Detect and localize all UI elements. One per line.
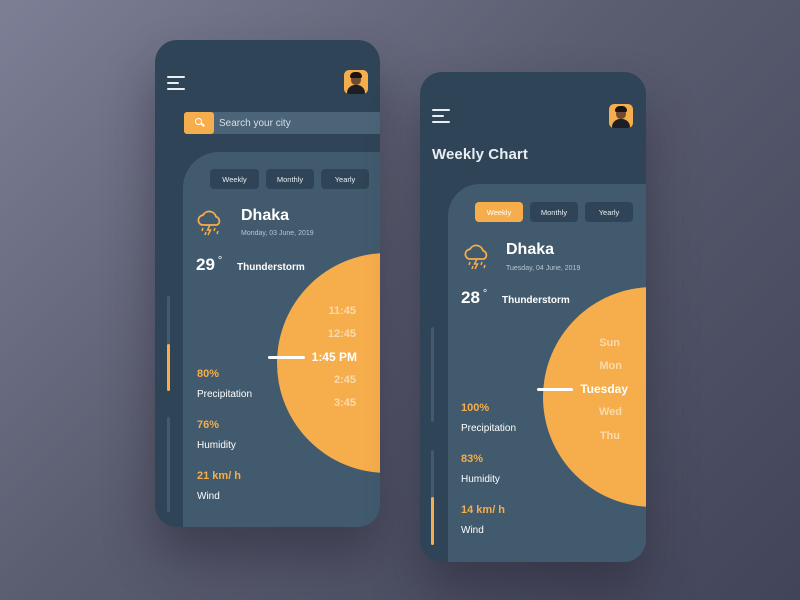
search-bar xyxy=(184,112,380,134)
search-input[interactable] xyxy=(219,112,379,134)
humidity-label: Humidity xyxy=(197,440,236,451)
cloud-rain-lightning-icon xyxy=(464,244,488,270)
tab-monthly[interactable]: Monthly xyxy=(266,169,314,189)
picker-item[interactable]: Sun xyxy=(540,337,620,349)
cloud-rain-lightning-icon xyxy=(197,210,221,236)
tab-weekly[interactable]: Weekly xyxy=(210,169,259,189)
temperature: 29 ° xyxy=(196,255,223,274)
avatar[interactable] xyxy=(344,70,368,94)
picker-item[interactable]: 3:45 xyxy=(276,397,356,409)
precipitation-label: Precipitation xyxy=(461,423,517,434)
hamburger-menu-icon[interactable] xyxy=(167,76,185,90)
wind-label: Wind xyxy=(197,491,220,502)
tab-weekly[interactable]: Weekly xyxy=(475,202,523,222)
tab-monthly[interactable]: Monthly xyxy=(530,202,578,222)
picker-item[interactable]: Mon xyxy=(542,360,622,372)
city-name: Dhaka xyxy=(241,207,290,224)
phone-screen-weekly-chart: Weekly Chart Weekly Monthly Yearly Dhaka… xyxy=(420,72,646,562)
temperature: 28 ° xyxy=(461,288,488,307)
search-button[interactable] xyxy=(184,112,214,134)
tab-yearly[interactable]: Yearly xyxy=(321,169,369,189)
scroll-thumb[interactable] xyxy=(431,497,434,545)
date-label: Monday, 03 June, 2019 xyxy=(241,230,314,237)
weather-card: Weekly Monthly Yearly Dhaka Monday, 03 J… xyxy=(183,152,380,527)
humidity-label: Humidity xyxy=(461,474,500,485)
period-tabs: Weekly Monthly Yearly xyxy=(475,202,633,222)
day-picker-dial[interactable] xyxy=(543,287,646,507)
condition-label: Thunderstorm xyxy=(502,295,570,306)
period-tabs: Weekly Monthly Yearly xyxy=(210,169,369,189)
phone-screen-today: Weekly Monthly Yearly Dhaka Monday, 03 J… xyxy=(155,40,380,527)
wind-label: Wind xyxy=(461,525,484,536)
humidity-value: 83% xyxy=(461,453,484,465)
picker-item[interactable]: 12:45 xyxy=(276,328,356,340)
picker-item[interactable]: 2:45 xyxy=(276,374,356,386)
humidity-value: 76% xyxy=(197,419,220,431)
tab-yearly[interactable]: Yearly xyxy=(585,202,633,222)
picker-item[interactable]: 11:45 xyxy=(276,305,356,317)
precipitation-value: 100% xyxy=(461,402,490,414)
scroll-thumb[interactable] xyxy=(167,344,170,391)
precipitation-value: 80% xyxy=(197,368,220,380)
page-title: Weekly Chart xyxy=(432,146,528,163)
picker-item[interactable]: Thu xyxy=(540,430,620,442)
wind-value: 21 km/ h xyxy=(197,470,242,482)
city-name: Dhaka xyxy=(506,241,555,258)
picker-item[interactable]: Wed xyxy=(542,406,622,418)
hamburger-menu-icon[interactable] xyxy=(432,109,450,123)
avatar[interactable] xyxy=(609,104,633,128)
precipitation-label: Precipitation xyxy=(197,389,253,400)
wind-value: 14 km/ h xyxy=(461,504,506,516)
picker-item-selected[interactable]: 1:45 PM xyxy=(277,350,357,364)
picker-item-selected[interactable]: Tuesday xyxy=(548,382,628,396)
weather-card: Weekly Monthly Yearly Dhaka Tuesday, 04 … xyxy=(448,184,646,562)
date-label: Tuesday, 04 June, 2019 xyxy=(506,265,581,272)
scroll-track[interactable] xyxy=(431,327,434,422)
condition-label: Thunderstorm xyxy=(237,262,305,273)
scroll-track[interactable] xyxy=(167,417,170,512)
